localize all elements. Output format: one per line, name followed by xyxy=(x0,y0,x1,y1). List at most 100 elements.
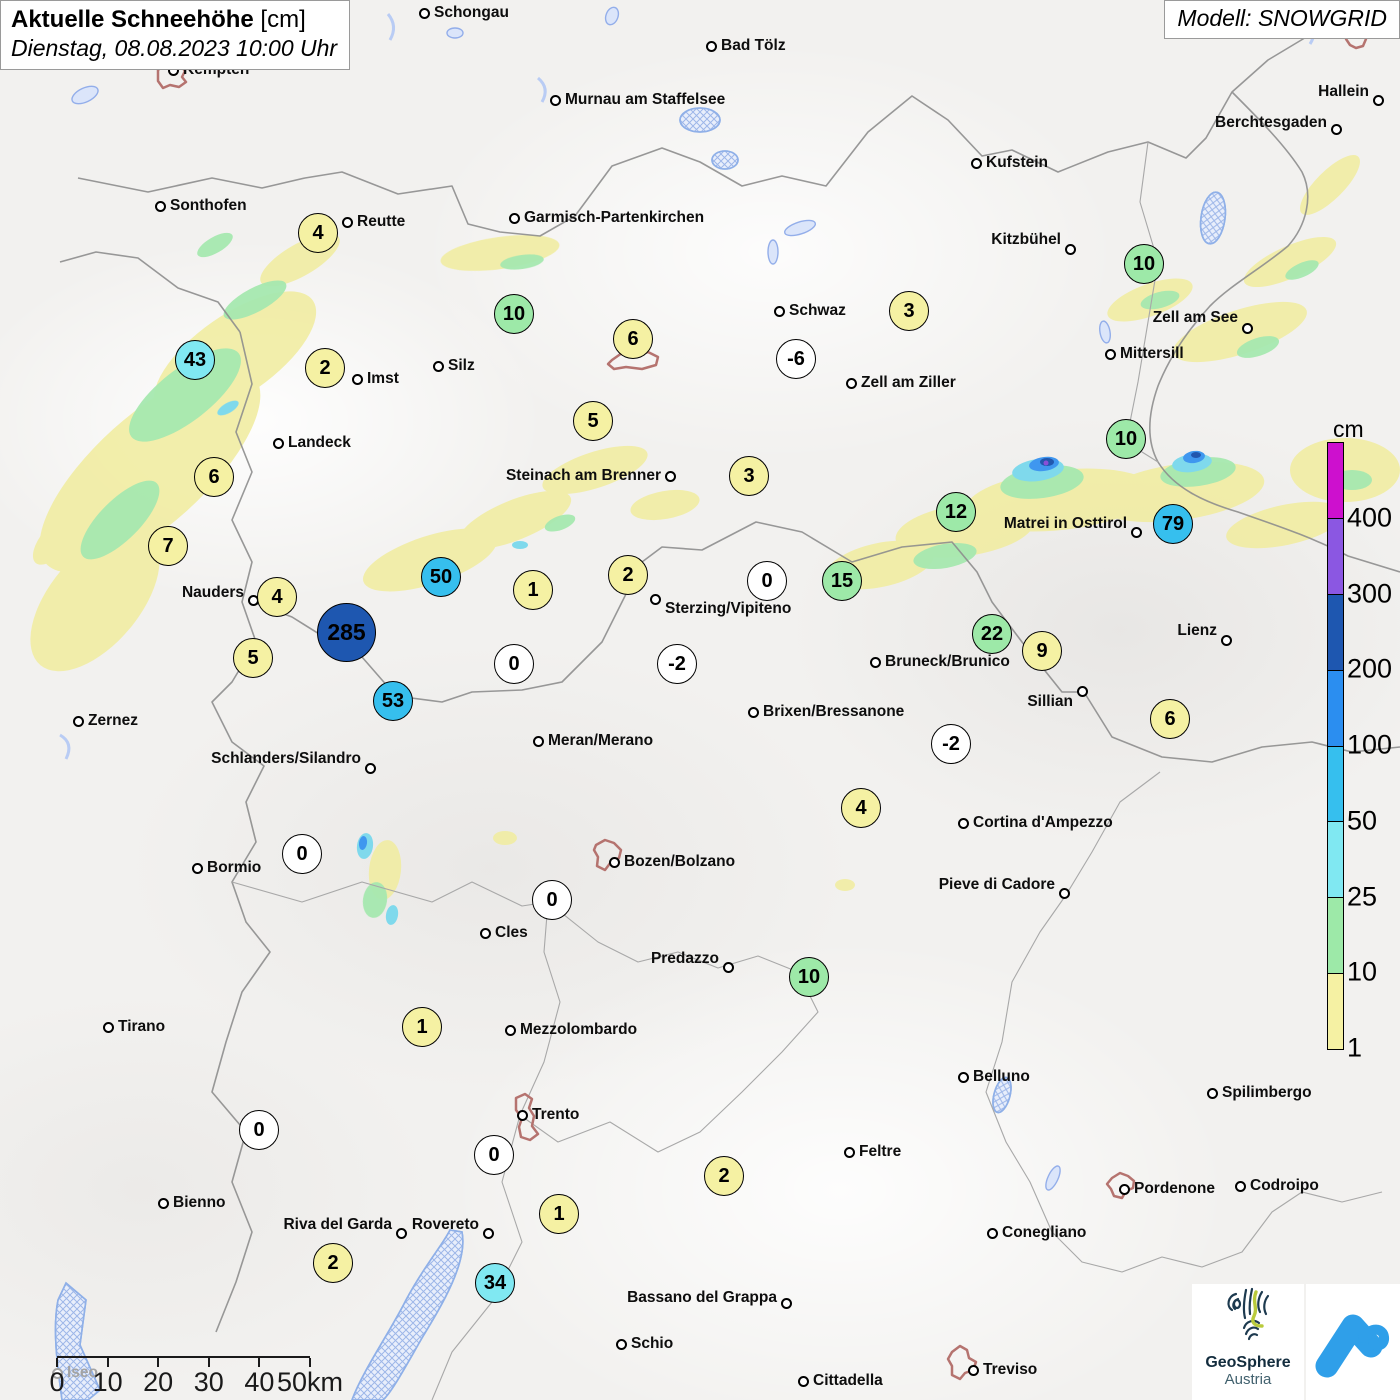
station-value-marker: 6 xyxy=(1150,699,1190,739)
station-value-marker: 50 xyxy=(421,557,461,597)
city-marker xyxy=(505,1025,516,1036)
city-label: Schongau xyxy=(434,4,509,21)
city-marker xyxy=(616,1339,627,1350)
legend-colorbar xyxy=(1327,442,1344,1050)
station-value-marker: 2 xyxy=(305,348,345,388)
city-label: Zernez xyxy=(88,712,138,729)
station-value-marker: 9 xyxy=(1022,631,1062,671)
legend-tick-label: 50 xyxy=(1347,805,1378,836)
station-value-marker: 0 xyxy=(494,644,534,684)
title-unit: [cm] xyxy=(260,6,306,33)
city-label: Belluno xyxy=(973,1068,1030,1085)
city-label: Schlanders/Silandro xyxy=(211,750,361,767)
station-value-marker: 1 xyxy=(402,1007,442,1047)
scale-bar-tick xyxy=(258,1358,261,1367)
city-label: Reutte xyxy=(357,213,406,230)
city-label: Hallein xyxy=(1318,83,1369,100)
city-marker xyxy=(971,158,982,169)
city-label: Matrei in Osttirol xyxy=(1003,515,1127,532)
city-marker xyxy=(706,41,717,52)
legend-segment xyxy=(1328,669,1343,746)
station-value-marker: 285 xyxy=(317,603,376,662)
city-label: Riva del Garda xyxy=(283,1216,392,1233)
title-box: Aktuelle Schneehöhe [cm] Dienstag, 08.08… xyxy=(0,0,351,70)
city-marker xyxy=(342,217,353,228)
city-label: Brixen/Bressanone xyxy=(763,703,905,720)
legend-tick-label: 25 xyxy=(1347,881,1378,911)
city-label: Cittadella xyxy=(813,1372,883,1389)
station-value-marker: 0 xyxy=(474,1135,514,1175)
city-label: Feltre xyxy=(859,1143,902,1160)
station-value-marker: 4 xyxy=(298,213,338,253)
city-label: Treviso xyxy=(983,1361,1038,1378)
city-marker xyxy=(1207,1088,1218,1099)
city-marker xyxy=(781,1298,792,1309)
city-label: Murnau am Staffelsee xyxy=(565,91,726,108)
city-label: Mezzolombardo xyxy=(520,1021,638,1038)
city-marker xyxy=(73,716,84,727)
station-value-marker: 43 xyxy=(175,340,215,380)
legend-tick-label: 1 xyxy=(1347,1032,1363,1063)
city-label: Kitzbühel xyxy=(991,231,1061,248)
mountain-logo-icon xyxy=(1315,1314,1390,1378)
city-marker xyxy=(609,857,620,868)
city-marker xyxy=(1059,888,1070,899)
city-marker xyxy=(480,928,491,939)
city-marker xyxy=(396,1228,407,1239)
station-value-marker: 6 xyxy=(613,319,653,359)
city-label: Conegliano xyxy=(1002,1224,1087,1241)
city-marker xyxy=(1373,95,1384,106)
station-value-marker: -6 xyxy=(776,339,816,379)
city-label: Codroipo xyxy=(1250,1177,1319,1194)
city-marker xyxy=(365,763,376,774)
scale-bar-label: 10 xyxy=(92,1367,123,1397)
title-datetime: Dienstag, 08.08.2023 10:00 Uhr xyxy=(11,35,338,61)
city-label: Bassano del Grappa xyxy=(627,1289,777,1306)
scale-bar-tick xyxy=(207,1358,210,1367)
city-marker xyxy=(650,594,661,605)
station-value-marker: 0 xyxy=(532,880,572,920)
model-label: Modell: SNOWGRID xyxy=(1164,0,1400,39)
legend-segment xyxy=(1328,517,1343,594)
city-label: Bruneck/Brunico xyxy=(885,653,1010,670)
city-label: Sonthofen xyxy=(170,197,247,214)
city-marker xyxy=(273,438,284,449)
station-value-marker: 6 xyxy=(194,457,234,497)
city-label: Bienno xyxy=(173,1194,226,1211)
station-value-marker: 5 xyxy=(573,401,613,441)
city-marker xyxy=(517,1110,528,1121)
city-label: Spilimbergo xyxy=(1222,1084,1312,1101)
city-marker xyxy=(723,962,734,973)
city-label: Pieve di Cadore xyxy=(938,876,1055,893)
city-label: Predazzo xyxy=(650,950,719,967)
city-marker xyxy=(1077,686,1088,697)
city-marker xyxy=(550,95,561,106)
page-title: Aktuelle Schneehöhe [cm] xyxy=(11,6,337,34)
city-marker xyxy=(1119,1184,1130,1195)
station-value-marker: -2 xyxy=(657,644,697,684)
city-label: Lienz xyxy=(1177,622,1217,639)
scale-bar-line xyxy=(57,1356,310,1358)
station-value-marker: 4 xyxy=(257,577,297,617)
city-marker xyxy=(870,657,881,668)
legend: cm 400 300 200 100 50 25 10 1 xyxy=(1327,416,1400,1063)
city-marker xyxy=(665,471,676,482)
snow-depth-map: SchongauBad TölzKemptenMurnau am Staffel… xyxy=(0,0,1400,1400)
scale-bar-tick xyxy=(157,1358,160,1367)
city-label: Sterzing/Vipiteno xyxy=(665,600,792,617)
city-marker xyxy=(533,736,544,747)
city-marker xyxy=(352,374,363,385)
legend-segment xyxy=(1328,745,1343,822)
scale-bar-label: 50km xyxy=(276,1367,344,1397)
station-value-marker: 10 xyxy=(1106,419,1146,459)
station-value-marker: 15 xyxy=(822,561,862,601)
station-value-marker: 0 xyxy=(747,561,787,601)
city-marker xyxy=(1221,635,1232,646)
city-marker xyxy=(1065,244,1076,255)
station-value-marker: 1 xyxy=(539,1194,579,1234)
scale-bar-tick xyxy=(106,1358,109,1367)
geosphere-logo-name: GeoSphere xyxy=(1205,1354,1291,1371)
city-label: Garmisch-Partenkirchen xyxy=(524,209,705,226)
city-label: Bormio xyxy=(207,859,262,876)
city-label: Silz xyxy=(448,357,475,374)
